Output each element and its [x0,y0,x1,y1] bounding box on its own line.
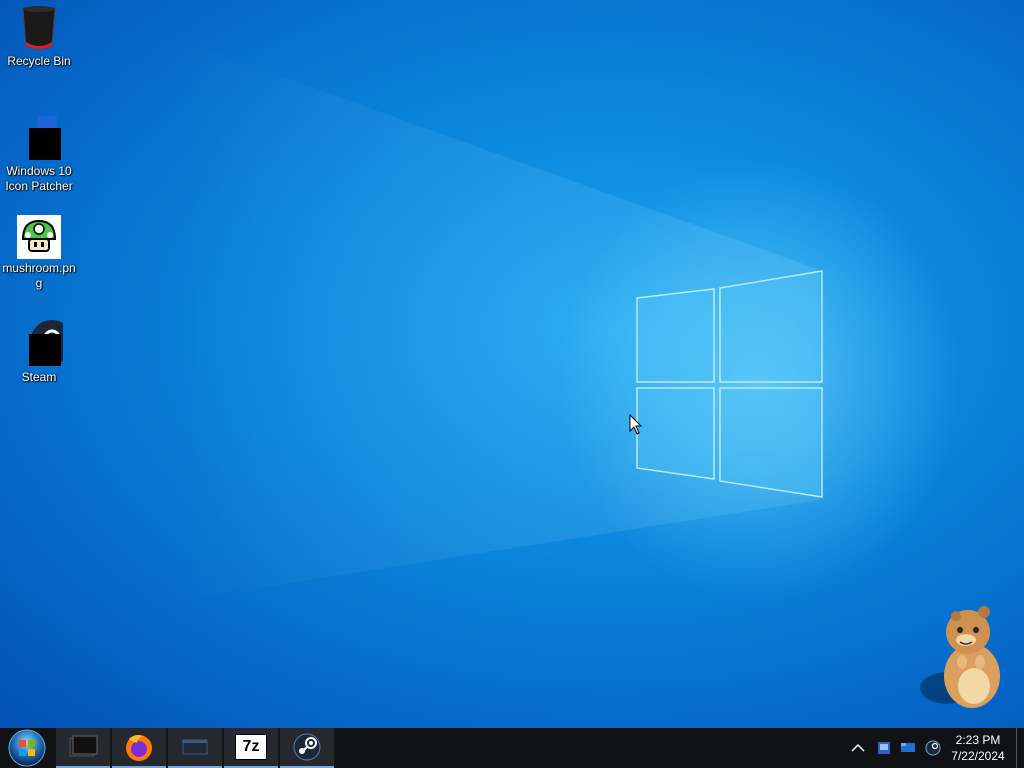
recycle-bin-icon [15,4,63,52]
tray-network-icon [901,743,915,752]
taskbar-clock[interactable]: 2:23 PM 7/22/2024 [944,732,1012,764]
windows-start-orb-icon [8,729,46,767]
tray-app-icon [878,742,890,754]
terminal-icon [69,735,98,757]
firefox-icon [126,735,152,761]
tray-item-2[interactable] [898,728,918,768]
tray-item-3[interactable] [922,728,944,768]
desktop[interactable]: Recycle Bin Windows 10 Icon Patcher mush… [0,0,1024,728]
steam-icon [293,733,321,761]
desktop-icon-windows-10-icon-patcher[interactable]: Windows 10 Icon Patcher [1,114,77,194]
steam-icon [15,320,74,368]
taskbar-app[interactable] [168,728,222,768]
desktop-icon-label: Steam [21,370,57,384]
tray-steam-icon [925,740,941,756]
wallpaper [180,40,960,600]
taskbar-steam[interactable] [280,728,334,768]
7zip-icon: 7z [235,734,267,760]
tray-item-1[interactable] [874,728,894,768]
desktop-icon-label: Windows 10 Icon Patcher [5,164,73,193]
taskbar: 7z 2:23 PM 7/22/2024 [0,728,1024,768]
app-window-icon [182,739,208,755]
chevron-up-icon [851,743,865,752]
desktop-icon-label: Recycle Bin [7,54,71,68]
clock-date: 7/22/2024 [951,749,1005,763]
desktop-icon-mushroom-png[interactable]: mushroom.png [1,214,77,291]
tray-overflow-chevron[interactable] [848,728,868,768]
taskbar-firefox[interactable] [112,728,166,768]
mushroom-image-icon [17,215,61,259]
show-desktop-button[interactable] [1016,728,1024,768]
mouse-cursor-icon [629,413,643,441]
7zip-icon-text: 7z [242,738,260,755]
windows-logo [636,270,823,498]
taskbar-7zip[interactable]: 7z [224,728,278,768]
clock-time: 2:23 PM [955,733,1001,747]
desktop-icon-steam[interactable]: Steam [1,320,77,385]
hamster-desktop-pet[interactable] [918,602,1010,715]
desktop-icon-recycle-bin[interactable]: Recycle Bin [1,4,77,69]
desktop-icon-label: mushroom.png [2,261,76,290]
taskbar-terminal[interactable] [56,728,110,768]
windows-10-icon-patcher-icon [15,114,63,162]
start-button[interactable] [0,728,54,768]
